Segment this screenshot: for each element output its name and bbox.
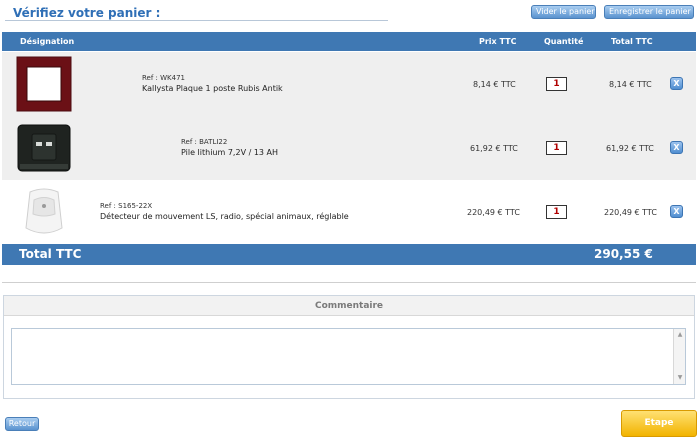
page-title: Vérifiez votre panier : — [13, 6, 161, 20]
product-ref: Ref : BATLI22 — [181, 138, 228, 146]
product-name: Pile lithium 7,2V / 13 AH — [181, 148, 279, 157]
column-total: Total TTC — [611, 37, 653, 46]
motion-detector-icon — [16, 184, 72, 240]
scroll-up-icon[interactable]: ▲ — [675, 330, 685, 340]
battery-icon — [16, 120, 72, 176]
unit-price: 61,92 € TTC — [470, 144, 518, 153]
comment-panel: Commentaire ▲ ▼ — [3, 295, 695, 399]
total-label: Total TTC — [19, 247, 82, 261]
total-value: 290,55 € — [594, 247, 653, 261]
column-unit-price: Prix TTC — [479, 37, 517, 46]
comment-textarea[interactable]: ▲ ▼ — [11, 328, 686, 385]
cart-row: Ref : BATLI22 Pile lithium 7,2V / 13 AH … — [2, 116, 696, 180]
quantity-input[interactable]: 1 — [546, 141, 567, 155]
column-quantity: Quantité — [544, 37, 584, 46]
comment-title: Commentaire — [314, 301, 384, 311]
remove-item-button[interactable]: X — [670, 141, 683, 154]
remove-item-button[interactable]: X — [670, 77, 683, 90]
column-designation: Désignation — [20, 37, 75, 46]
section-divider — [2, 282, 696, 283]
cart-row: Ref : WK471 Kallysta Plaque 1 poste Rubi… — [2, 52, 696, 116]
quantity-input[interactable]: 1 — [546, 77, 567, 91]
product-ref: Ref : WK471 — [142, 74, 186, 82]
next-step-button[interactable]: Etape suivante — [621, 410, 697, 437]
row-total: 220,49 € TTC — [604, 208, 657, 217]
comment-scrollbar[interactable]: ▲ ▼ — [673, 329, 685, 384]
remove-item-button[interactable]: X — [670, 205, 683, 218]
empty-cart-button[interactable]: Vider le panier — [531, 5, 596, 19]
title-divider — [5, 20, 388, 21]
unit-price: 8,14 € TTC — [473, 80, 516, 89]
product-ref: Ref : S165-22X — [100, 202, 153, 210]
quantity-input[interactable]: 1 — [546, 205, 567, 219]
row-total: 61,92 € TTC — [606, 144, 654, 153]
cart-row: Ref : S165-22X Détecteur de mouvement LS… — [2, 180, 696, 244]
product-name: Kallysta Plaque 1 poste Rubis Antik — [142, 84, 283, 93]
unit-price: 220,49 € TTC — [467, 208, 520, 217]
scroll-down-icon[interactable]: ▼ — [675, 373, 685, 383]
wall-plate-icon — [16, 56, 72, 112]
comment-header: Commentaire — [4, 296, 694, 316]
product-name: Détecteur de mouvement LS, radio, spécia… — [100, 212, 349, 221]
total-bar: Total TTC 290,55 € — [2, 244, 696, 265]
cart-table-header: Désignation Prix TTC Quantité Total TTC — [2, 32, 696, 51]
row-total: 8,14 € TTC — [609, 80, 652, 89]
back-button[interactable]: Retour — [5, 417, 39, 431]
save-cart-button[interactable]: Enregistrer le panier — [604, 5, 694, 19]
